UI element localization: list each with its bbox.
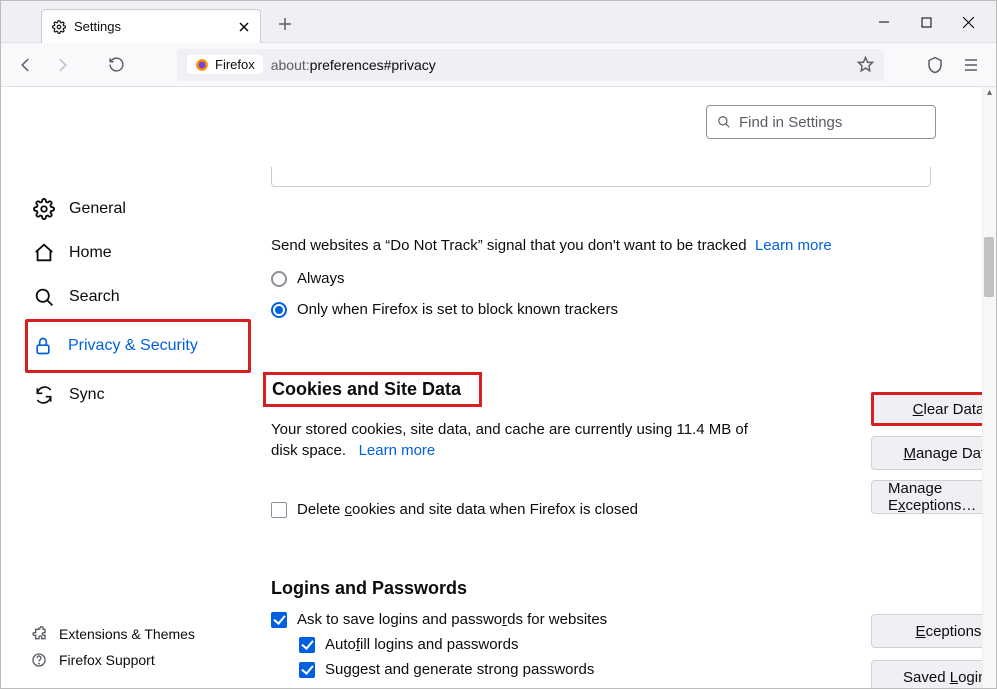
checkbox-label: Ask to save logins and passwords for web…: [297, 611, 607, 628]
dnt-description: Send websites a “Do Not Track” signal th…: [271, 235, 931, 256]
firefox-support-link[interactable]: Firefox Support: [31, 652, 251, 668]
find-placeholder: Find in Settings: [739, 114, 842, 131]
lock-icon: [32, 335, 54, 357]
logins-heading: Logins and Passwords: [271, 578, 931, 599]
window-controls: [876, 1, 996, 43]
search-icon: [717, 115, 731, 129]
dnt-section: Send websites a “Do Not Track” signal th…: [271, 235, 931, 318]
checkbox-icon: [299, 662, 315, 678]
clear-data-button[interactable]: Clear Data…: [874, 395, 996, 423]
settings-main-pane: Find in Settings Send websites a “Do Not…: [251, 87, 996, 688]
checkbox-icon: [271, 612, 287, 628]
dnt-learn-more-link[interactable]: Learn more: [755, 237, 832, 254]
dnt-option-known-trackers[interactable]: Only when Firefox is set to block known …: [271, 301, 931, 318]
checkbox-label: Autofill logins and passwords: [325, 636, 518, 653]
radio-icon: [271, 271, 287, 287]
checkbox-label: Delete cookies and site data when Firefo…: [297, 501, 638, 518]
category-label: Home: [69, 244, 112, 262]
firefox-logo-icon: [195, 58, 209, 72]
manage-exceptions-button[interactable]: Manage Exceptions…: [871, 480, 996, 514]
gear-icon: [52, 20, 66, 34]
suggest-passwords-checkbox[interactable]: Suggest and generate strong passwords: [299, 661, 931, 678]
saved-logins-button[interactable]: Saved Logins…: [871, 660, 996, 688]
pocket-button[interactable]: [920, 50, 950, 80]
settings-sidebar: General Home Search Privacy & Security S…: [1, 87, 251, 688]
cookies-learn-more-link[interactable]: Learn more: [359, 442, 436, 459]
back-button[interactable]: [11, 50, 41, 80]
truncated-section-box: [271, 167, 931, 187]
link-label: Extensions & Themes: [59, 626, 195, 642]
find-in-settings[interactable]: Find in Settings: [706, 105, 936, 139]
ask-save-logins-checkbox[interactable]: Ask to save logins and passwords for web…: [271, 611, 931, 628]
category-search[interactable]: Search: [31, 275, 251, 319]
highlight-cookies-heading: Cookies and Site Data: [263, 372, 482, 407]
forward-button[interactable]: [47, 50, 77, 80]
close-window-button[interactable]: [960, 14, 976, 30]
app-menu-button[interactable]: [956, 50, 986, 80]
gear-icon: [33, 198, 55, 220]
checkbox-label: Suggest and generate strong passwords: [325, 661, 594, 678]
puzzle-icon: [31, 626, 47, 642]
cookies-heading: Cookies and Site Data: [272, 379, 461, 400]
radio-icon: [271, 302, 287, 318]
logins-exceptions-button[interactable]: Eceptions…: [871, 614, 996, 648]
tab-title: Settings: [74, 19, 121, 34]
checkbox-icon: [271, 502, 287, 518]
tab-settings[interactable]: Settings: [41, 9, 261, 43]
home-icon: [33, 242, 55, 264]
highlight-privacy-category: Privacy & Security: [25, 319, 251, 373]
tab-strip: Settings: [1, 1, 996, 43]
sidebar-footer: Extensions & Themes Firefox Support: [31, 626, 251, 688]
radio-label: Always: [297, 270, 345, 287]
scrollbar-thumb[interactable]: [984, 237, 994, 297]
nav-toolbar: Firefox about:preferences#privacy: [1, 43, 996, 87]
identity-box[interactable]: Firefox: [187, 55, 263, 74]
category-privacy[interactable]: Privacy & Security: [30, 324, 236, 368]
cookies-buttons: Clear Data… Manage Data… Manage Exceptio…: [871, 392, 996, 514]
link-label: Firefox Support: [59, 652, 155, 668]
scroll-up-arrow[interactable]: ▴: [983, 87, 996, 98]
firefox-window: Settings Firefox about:preferences#pr: [0, 0, 997, 689]
url-bar[interactable]: Firefox about:preferences#privacy: [177, 49, 884, 81]
radio-label: Only when Firefox is set to block known …: [297, 301, 618, 318]
highlight-clear-data: Clear Data…: [871, 392, 996, 426]
category-general[interactable]: General: [31, 187, 251, 231]
category-label: Sync: [69, 386, 105, 404]
maximize-button[interactable]: [918, 14, 934, 30]
category-label: Search: [69, 288, 120, 306]
category-label: General: [69, 200, 126, 218]
logins-buttons: Eceptions… Saved Logins…: [871, 614, 996, 688]
help-icon: [31, 652, 47, 668]
autofill-checkbox[interactable]: Autofill logins and passwords: [299, 636, 931, 653]
logins-section: Logins and Passwords Ask to save logins …: [271, 578, 931, 678]
delete-on-close-checkbox[interactable]: Delete cookies and site data when Firefo…: [271, 501, 931, 518]
minimize-button[interactable]: [876, 14, 892, 30]
search-icon: [33, 286, 55, 308]
cookies-section: Cookies and Site Data Your stored cookie…: [271, 372, 931, 518]
identity-label: Firefox: [215, 57, 255, 72]
new-tab-button[interactable]: [271, 10, 299, 38]
category-home[interactable]: Home: [31, 231, 251, 275]
cookies-usage-text: Your stored cookies, site data, and cach…: [271, 419, 751, 461]
checkbox-icon: [299, 637, 315, 653]
extensions-themes-link[interactable]: Extensions & Themes: [31, 626, 251, 642]
url-text: about:preferences#privacy: [271, 57, 436, 73]
manage-data-button[interactable]: Manage Data…: [871, 436, 996, 470]
content-area: General Home Search Privacy & Security S…: [1, 87, 996, 688]
bookmark-star-icon[interactable]: [857, 56, 874, 73]
category-sync[interactable]: Sync: [31, 373, 251, 417]
dnt-option-always[interactable]: Always: [271, 270, 931, 287]
category-label: Privacy & Security: [68, 337, 198, 355]
vertical-scrollbar[interactable]: ▴: [982, 87, 996, 688]
sync-icon: [33, 384, 55, 406]
close-tab-icon[interactable]: [238, 21, 250, 33]
reload-button[interactable]: [101, 50, 131, 80]
